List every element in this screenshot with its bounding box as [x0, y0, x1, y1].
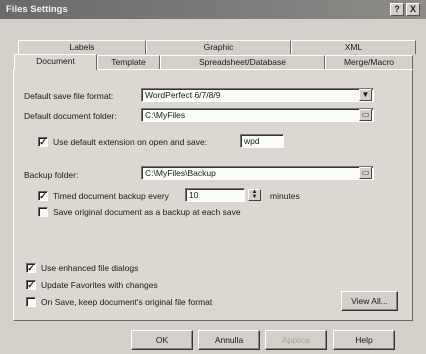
- help-question-button[interactable]: ?: [390, 3, 404, 16]
- view-all-button[interactable]: View All...: [341, 291, 398, 311]
- update-favorites-label: Update Favorites with changes: [41, 280, 158, 290]
- folder-browse-icon[interactable]: ▭: [359, 109, 372, 121]
- backup-folder-field[interactable]: C:\MyFiles\Backup: [141, 166, 374, 180]
- enhanced-dialogs-label: Use enhanced file dialogs: [41, 263, 139, 273]
- cancel-button[interactable]: Annulla: [198, 330, 260, 350]
- keep-format-label: On Save, keep document's original file f…: [41, 297, 213, 307]
- timed-backup-checkbox[interactable]: ✓: [38, 191, 48, 201]
- spin-updown-icon[interactable]: ▲ ▼: [248, 189, 261, 201]
- keep-format-checkbox[interactable]: [26, 297, 36, 307]
- minutes-label: minutes: [270, 191, 300, 201]
- timed-backup-minutes-field[interactable]: 10: [185, 188, 245, 202]
- tab-document[interactable]: Document: [14, 54, 97, 70]
- tab-labels[interactable]: Labels: [18, 40, 146, 54]
- files-settings-dialog: Files Settings ? X Labels Graphic XML Do…: [0, 0, 426, 354]
- backup-folder-label: Backup folder:: [24, 170, 79, 180]
- window-title: Files Settings: [6, 4, 68, 15]
- extension-field[interactable]: wpd: [240, 134, 284, 148]
- update-favorites-checkbox[interactable]: ✓: [26, 280, 36, 290]
- chevron-down-icon[interactable]: ▼: [359, 89, 372, 101]
- save-original-label: Save original document as a backup at ea…: [53, 207, 241, 217]
- ok-button[interactable]: OK: [131, 330, 193, 350]
- timed-backup-label: Timed document backup every: [53, 191, 169, 201]
- enhanced-dialogs-checkbox[interactable]: ✓: [26, 263, 36, 273]
- folder-browse-icon[interactable]: ▭: [359, 167, 372, 179]
- apply-button[interactable]: Applica: [265, 330, 327, 350]
- default-save-format-label: Default save file format:: [24, 91, 114, 101]
- default-save-format-select[interactable]: WordPerfect 6/7/8/9: [141, 88, 374, 102]
- tab-graphic[interactable]: Graphic: [146, 40, 291, 54]
- tab-merge-macro[interactable]: Merge/Macro: [325, 55, 413, 69]
- close-button[interactable]: X: [406, 3, 420, 16]
- default-folder-label: Default document folder:: [24, 111, 117, 121]
- save-original-checkbox[interactable]: [38, 207, 48, 217]
- tab-template[interactable]: Template: [97, 55, 160, 69]
- tab-spreadsheet-database[interactable]: Spreadsheet/Database: [160, 55, 325, 69]
- title-bar: Files Settings ? X: [0, 0, 426, 19]
- default-folder-field[interactable]: C:\MyFiles: [141, 108, 374, 122]
- use-extension-checkbox[interactable]: ✓: [38, 137, 48, 147]
- tab-xml[interactable]: XML: [291, 40, 416, 54]
- use-extension-label: Use default extension on open and save:: [53, 137, 208, 147]
- help-button[interactable]: Help: [333, 330, 395, 350]
